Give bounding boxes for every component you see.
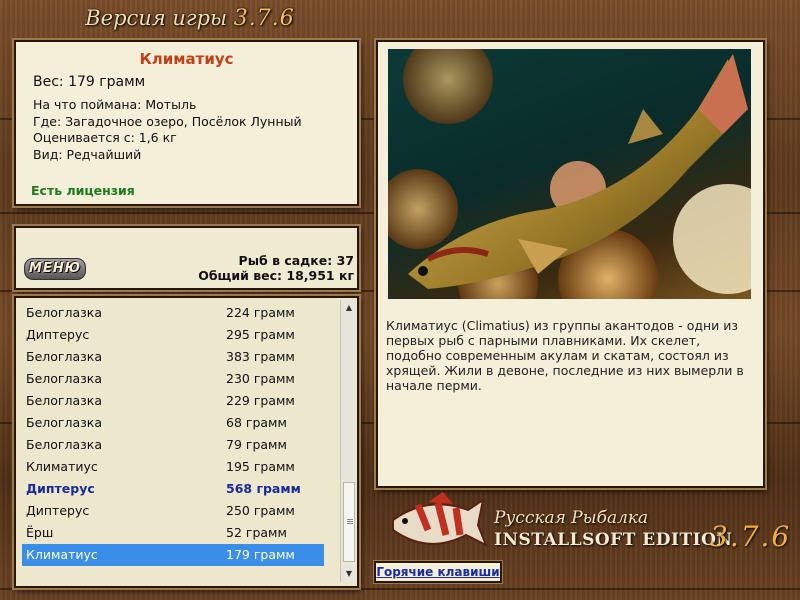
catch-details: На что поймана: Мотыль Где: Загадочное о… <box>33 97 302 163</box>
fish-row-weight: 229 грамм <box>226 393 295 408</box>
fish-list-row[interactable]: Белоглазка 229 грамм <box>22 390 324 412</box>
fish-list-row[interactable]: Белоглазка 383 грамм <box>22 346 324 368</box>
fish-photo-panel: Климатиус (Climatius) из группы акантодо… <box>376 40 765 488</box>
fish-list-row[interactable]: Диптерус 295 грамм <box>22 324 324 346</box>
rarity-line: Вид: Редчайший <box>33 146 142 162</box>
game-logo: Русская Рыбалка INSTALLSOFT EDITION 3.7.… <box>388 490 798 560</box>
bait-line: На что поймана: Мотыль <box>33 97 197 112</box>
logo-version: 3.7.6 <box>710 520 792 553</box>
triangle-up-icon[interactable]: ▲ <box>341 300 357 316</box>
fish-description: Климатиус (Climatius) из группы акантодо… <box>386 318 744 393</box>
fish-list-row[interactable]: Диптерус 568 грамм <box>22 478 324 500</box>
triangle-down-icon[interactable]: ▼ <box>341 566 357 582</box>
fish-illustration <box>388 49 751 299</box>
version-number: 3.7.6 <box>233 6 295 31</box>
menu-button[interactable]: МЕНЮ <box>24 258 86 280</box>
fish-list-row[interactable]: Диптерус 250 грамм <box>22 500 324 522</box>
fish-row-name: Белоглазка <box>26 393 102 408</box>
fish-row-weight: 68 грамм <box>226 415 287 430</box>
fish-list-row[interactable]: Белоглазка 224 грамм <box>22 302 324 324</box>
total-weight: Общий вес: 18,951 кг <box>198 268 354 283</box>
fish-row-name: Белоглазка <box>26 305 102 320</box>
fish-row-name: Ёрш <box>26 525 54 540</box>
fish-row-weight: 230 грамм <box>226 371 295 386</box>
keepnet-stats: Рыб в садке: 37 Общий вес: 18,951 кг <box>198 253 354 283</box>
fish-row-weight: 52 грамм <box>226 525 287 540</box>
fish-row-name: Диптерус <box>26 481 95 496</box>
catch-info-panel: Климатиус Вес: 179 грамм На что поймана:… <box>14 40 359 206</box>
fish-row-weight: 250 грамм <box>226 503 295 518</box>
hotkeys-button[interactable]: Горячие клавиши <box>374 561 502 583</box>
scroll-thumb[interactable] <box>343 482 355 562</box>
logo-title: Русская Рыбалка <box>494 508 649 528</box>
fish-row-name: Диптерус <box>26 327 90 342</box>
fish-list-row[interactable]: Белоглазка 68 грамм <box>22 412 324 434</box>
fish-row-name: Диптерус <box>26 503 90 518</box>
game-version-header: Версия игры 3.7.6 <box>0 6 380 31</box>
version-label: Версия игры <box>85 6 228 30</box>
location-line: Где: Загадочное озеро, Посёлок Лунный <box>33 113 302 129</box>
fish-list-row[interactable]: Белоглазка 230 грамм <box>22 368 324 390</box>
fish-row-weight: 568 грамм <box>226 481 301 496</box>
fish-row-weight: 79 грамм <box>226 437 287 452</box>
fish-list-row[interactable]: Климатиус 195 грамм <box>22 456 324 478</box>
logo-edition: INSTALLSOFT EDITION <box>494 530 733 550</box>
fish-list-row[interactable]: Климатиус 179 грамм <box>22 544 324 566</box>
fish-list-panel: Белоглазка 224 грамм Диптерус 295 грамм Бело… <box>14 296 359 588</box>
fish-count: Рыб в садке: 37 <box>238 253 354 268</box>
fish-row-name: Белоглазка <box>26 437 102 452</box>
fish-row-weight: 383 грамм <box>226 349 295 364</box>
menu-panel: МЕНЮ Рыб в садке: 37 Общий вес: 18,951 к… <box>14 226 359 290</box>
fish-logo-icon <box>392 492 488 548</box>
fish-photo <box>388 49 751 299</box>
fish-row-name: Белоглазка <box>26 371 102 386</box>
fish-row-name: Климатиус <box>26 459 98 474</box>
fish-list-row[interactable]: Белоглазка 79 грамм <box>22 434 324 456</box>
fish-row-weight: 295 грамм <box>226 327 295 342</box>
fish-row-weight: 195 грамм <box>226 459 295 474</box>
fish-row-name: Белоглазка <box>26 349 102 364</box>
fish-row-name: Климатиус <box>26 547 98 562</box>
fish-row-name: Белоглазка <box>26 415 102 430</box>
fish-row-weight: 179 грамм <box>226 547 295 562</box>
value-line: Оценивается с: 1,6 кг <box>33 130 177 145</box>
fish-list-row[interactable]: Ёрш 52 грамм <box>22 522 324 544</box>
license-status: Есть лицензия <box>31 183 135 198</box>
list-scrollbar[interactable]: ▲ ▼ <box>340 300 357 582</box>
fish-name-title: Климатиус <box>139 50 234 68</box>
fish-weight: Вес: 179 грамм <box>33 74 146 90</box>
fish-row-weight: 224 грамм <box>226 305 295 320</box>
